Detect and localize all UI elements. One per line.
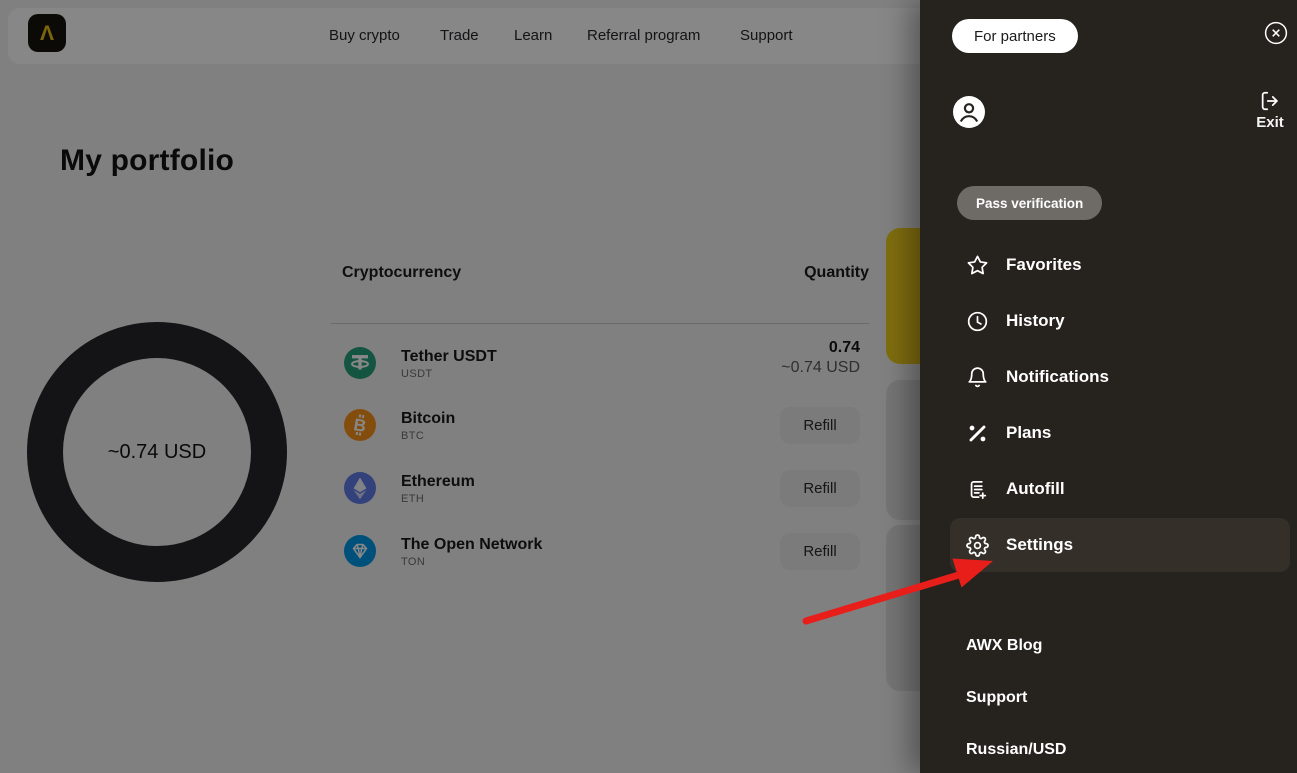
bell-icon xyxy=(966,366,989,389)
menu-item-autofill[interactable]: Autofill xyxy=(950,462,1290,516)
menu-item-history[interactable]: History xyxy=(950,294,1290,348)
history-icon xyxy=(966,310,989,333)
link-support[interactable]: Support xyxy=(966,689,1027,707)
link-awx-blog[interactable]: AWX Blog xyxy=(966,637,1042,655)
exit-button[interactable]: Exit xyxy=(1250,90,1290,131)
menu-label: Autofill xyxy=(1006,479,1065,499)
menu-item-settings[interactable]: Settings xyxy=(950,518,1290,572)
app-window: Λ Buy crypto Trade Learn Referral progra… xyxy=(0,0,1297,773)
autofill-icon xyxy=(966,478,989,501)
exit-label: Exit xyxy=(1250,114,1290,131)
pass-verification-button[interactable]: Pass verification xyxy=(957,186,1102,220)
menu-label: Notifications xyxy=(1006,367,1109,387)
profile-avatar[interactable] xyxy=(953,96,985,128)
gear-icon xyxy=(966,534,989,557)
account-drawer: For partners Exit Pass verification xyxy=(920,0,1297,773)
menu-item-plans[interactable]: Plans xyxy=(950,406,1290,460)
for-partners-button[interactable]: For partners xyxy=(952,19,1078,53)
menu-item-favorites[interactable]: Favorites xyxy=(950,238,1290,292)
link-language-currency[interactable]: Russian/USD xyxy=(966,741,1066,759)
menu-label: Favorites xyxy=(1006,255,1082,275)
menu-label: History xyxy=(1006,311,1065,331)
menu-label: Plans xyxy=(1006,423,1051,443)
menu-item-notifications[interactable]: Notifications xyxy=(950,350,1290,404)
close-icon[interactable] xyxy=(1264,21,1288,45)
logout-icon xyxy=(1259,90,1281,112)
percent-icon xyxy=(966,422,989,445)
menu-label: Settings xyxy=(1006,535,1073,555)
star-icon xyxy=(966,254,989,277)
